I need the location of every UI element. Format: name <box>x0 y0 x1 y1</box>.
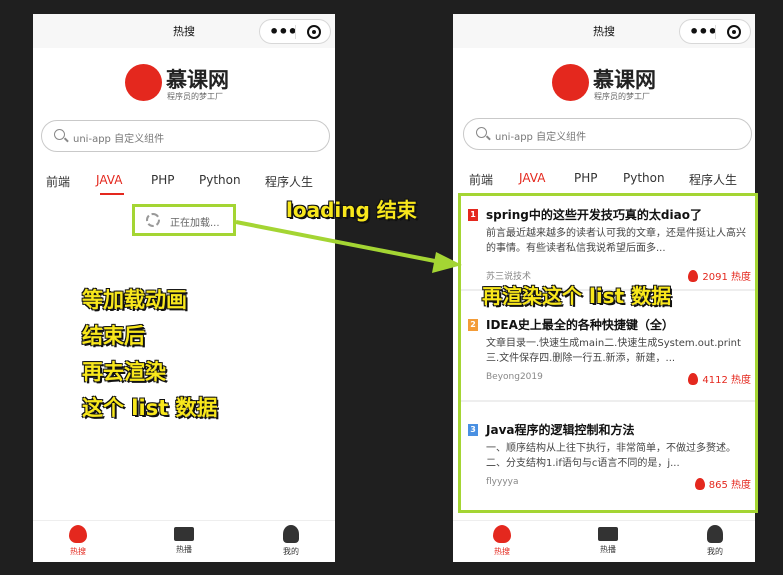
logo-text: 慕课网 <box>593 68 656 92</box>
article-author: 苏三说技术 <box>486 272 532 282</box>
hot-count: 2091 热度 <box>688 268 751 283</box>
tab-java[interactable]: JAVA <box>96 173 122 187</box>
search-placeholder: uni-app 自定义组件 <box>73 134 165 145</box>
article-title: Java程序的逻辑控制和方法 <box>486 423 635 437</box>
nav-item-mine[interactable]: 我的 <box>685 525 745 557</box>
article-desc: 文章目录一.快速生成main二.快速生成System.out.print三.文件… <box>486 338 741 364</box>
search-placeholder: uni-app 自定义组件 <box>495 132 587 143</box>
logo-subtitle: 程序员的梦工厂 <box>167 92 223 101</box>
annotation-right: 再渲染这个 list 数据 <box>482 284 672 308</box>
search-icon <box>476 127 487 138</box>
imooc-logo-icon <box>552 64 589 101</box>
bottom-nav: 热搜 热播 我的 <box>33 520 335 562</box>
hot-count: 4112 热度 <box>688 371 751 386</box>
nav-label: 热播 <box>600 545 616 554</box>
hot-count-text: 2091 热度 <box>702 272 751 283</box>
fire-icon <box>688 270 699 282</box>
annotation-left-2: 结束后 <box>82 324 145 348</box>
article-author: Beyong2019 <box>486 372 543 382</box>
article-desc: 一、顺序结构从上往下执行，非常简单，不做过多赘述。二、分支结构1.if语句与c语… <box>486 443 736 469</box>
title-bar: 热搜 ••• <box>33 14 335 48</box>
annotation-loading-end: loading 结束 <box>286 198 417 222</box>
fire-icon <box>694 478 705 490</box>
logo: 慕课网 程序员的梦工厂 <box>125 64 255 104</box>
annotation-left-3: 再去渲染 <box>82 360 166 384</box>
loading-indicator: 正在加载... <box>132 204 236 236</box>
tab-php[interactable]: PHP <box>151 173 175 187</box>
bottom-nav: 热搜 热播 我的 <box>453 520 755 562</box>
flame-icon <box>493 525 511 543</box>
article-desc: 前言最近越来越多的读者认可我的文章，还是件挺让人高兴的事情。有些读者私信我说希望… <box>486 228 746 254</box>
tab-programmer-life[interactable]: 程序人生 <box>689 171 737 188</box>
article-title: IDEA史上最全的各种快捷键（全） <box>486 318 674 332</box>
nav-label: 我的 <box>707 547 723 556</box>
rank-badge: 2 <box>468 319 478 331</box>
list-divider <box>461 400 755 402</box>
video-icon <box>174 527 194 541</box>
tab-bar: 前端 JAVA PHP Python 程序人生 <box>453 171 755 195</box>
nav-item-hot-search[interactable]: 热搜 <box>48 525 108 557</box>
nav-item-hot-play[interactable]: 热播 <box>154 525 214 555</box>
article-list: 1 spring中的这些开发技巧真的太diao了 前言最近越来越多的读者认可我的… <box>458 193 758 513</box>
close-target-icon[interactable] <box>307 25 321 39</box>
more-icon[interactable]: ••• <box>269 22 298 41</box>
more-icon[interactable]: ••• <box>689 22 718 41</box>
fire-icon <box>688 373 699 385</box>
capsule-menu[interactable]: ••• <box>259 19 331 44</box>
search-input[interactable]: uni-app 自定义组件 <box>463 118 752 150</box>
user-icon <box>707 525 723 543</box>
tab-frontend[interactable]: 前端 <box>46 173 70 190</box>
search-input[interactable]: uni-app 自定义组件 <box>41 120 330 152</box>
video-icon <box>598 527 618 541</box>
logo-text: 慕课网 <box>166 68 229 92</box>
capsule-divider <box>295 25 296 39</box>
user-icon <box>283 525 299 543</box>
title-bar: 热搜 ••• <box>453 14 755 48</box>
hot-count-text: 865 热度 <box>708 480 751 491</box>
hot-count-text: 4112 热度 <box>702 375 751 386</box>
nav-item-mine[interactable]: 我的 <box>261 525 321 557</box>
tab-python[interactable]: Python <box>199 173 241 187</box>
tab-programmer-life[interactable]: 程序人生 <box>265 173 313 190</box>
imooc-logo-icon <box>125 64 162 101</box>
nav-item-hot-play[interactable]: 热播 <box>578 525 638 555</box>
tab-python[interactable]: Python <box>623 171 665 185</box>
tab-java[interactable]: JAVA <box>519 171 545 185</box>
logo-subtitle: 程序员的梦工厂 <box>594 92 650 101</box>
logo: 慕课网 程序员的梦工厂 <box>552 64 682 104</box>
tab-frontend[interactable]: 前端 <box>469 171 493 188</box>
nav-label: 热搜 <box>70 547 86 556</box>
article-title: spring中的这些开发技巧真的太diao了 <box>486 208 702 222</box>
search-icon <box>54 129 65 140</box>
annotation-left-4: 这个 list 数据 <box>82 396 218 420</box>
nav-label: 热搜 <box>494 547 510 556</box>
tab-bar: 前端 JAVA PHP Python 程序人生 <box>33 173 335 197</box>
rank-badge: 1 <box>468 209 478 221</box>
nav-label: 我的 <box>283 547 299 556</box>
loading-text: 正在加载... <box>170 218 220 229</box>
annotation-left-1: 等加载动画 <box>82 288 187 312</box>
flame-icon <box>69 525 87 543</box>
capsule-menu[interactable]: ••• <box>679 19 751 44</box>
nav-label: 热播 <box>176 545 192 554</box>
active-tab-indicator <box>100 193 124 195</box>
list-item[interactable]: 3 Java程序的逻辑控制和方法 一、顺序结构从上往下执行，非常简单，不做过多赘… <box>466 421 751 519</box>
capsule-divider <box>715 25 716 39</box>
article-author: flyyyya <box>486 477 519 487</box>
tab-php[interactable]: PHP <box>574 171 598 185</box>
close-target-icon[interactable] <box>727 25 741 39</box>
hot-count: 865 热度 <box>694 476 751 491</box>
nav-item-hot-search[interactable]: 热搜 <box>472 525 532 557</box>
spinner-icon <box>146 213 160 227</box>
rank-badge: 3 <box>468 424 478 436</box>
